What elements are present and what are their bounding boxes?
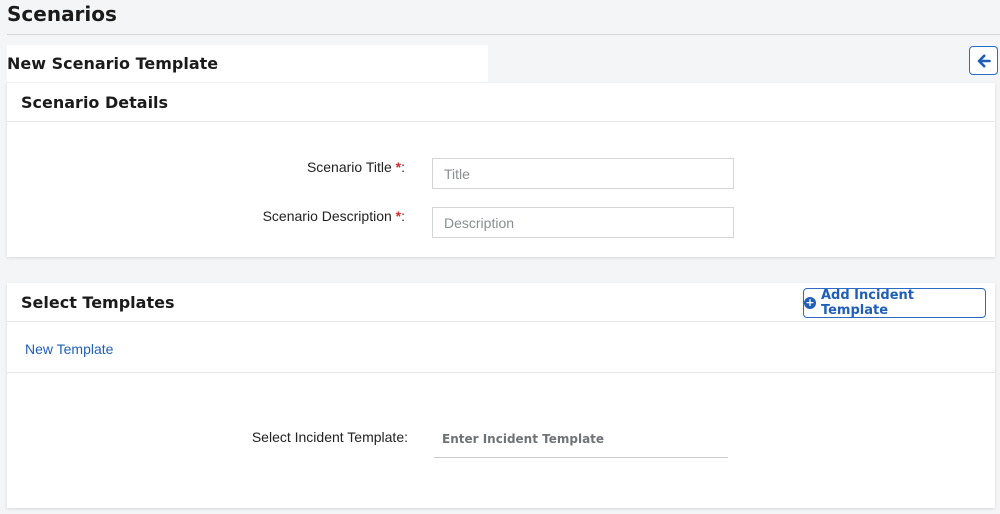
back-button[interactable] — [969, 46, 998, 75]
scenario-description-label: Scenario Description *: — [227, 208, 405, 224]
template-tab-row: New Template — [7, 322, 995, 373]
subheader-title: New Scenario Template — [7, 54, 219, 73]
card-title: Select Templates — [21, 293, 175, 312]
select-incident-template-label: Select Incident Template: — [251, 429, 408, 445]
scenario-description-input[interactable] — [432, 207, 734, 238]
card-title: Scenario Details — [21, 93, 169, 112]
arrow-left-icon — [977, 54, 991, 67]
scenario-title-label: Scenario Title *: — [257, 159, 405, 175]
label-suffix: : — [401, 208, 405, 224]
plus-circle-icon: + — [804, 296, 816, 309]
page-title: Scenarios — [7, 2, 117, 26]
field-label-text: Scenario Title — [306, 159, 392, 175]
scenario-title-input[interactable] — [432, 158, 734, 189]
scenario-details-card: Scenario Details Scenario Title *: Scena… — [7, 83, 995, 257]
label-suffix: : — [401, 159, 405, 175]
subheader: New Scenario Template — [7, 45, 488, 82]
field-label-text: Scenario Description — [262, 208, 392, 224]
add-incident-template-label: Add Incident Template — [820, 288, 914, 318]
top-divider — [7, 34, 1000, 35]
incident-template-input[interactable] — [434, 421, 728, 458]
select-templates-card: Select Templates + Add Incident Template… — [7, 283, 995, 508]
add-incident-template-button[interactable]: + Add Incident Template — [803, 288, 986, 318]
card-header: Select Templates + Add Incident Template — [7, 283, 995, 322]
card-header: Scenario Details — [7, 83, 995, 122]
tab-new-template[interactable]: New Template — [25, 341, 113, 357]
